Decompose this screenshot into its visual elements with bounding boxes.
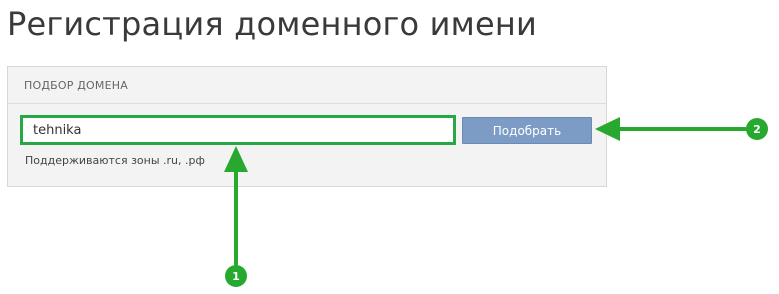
page-title: Регистрация доменного имени	[7, 5, 538, 43]
domain-search-panel: ПОДБОР ДОМЕНА Подобрать Поддерживаются з…	[7, 66, 607, 187]
badge-2-number: 2	[753, 123, 761, 136]
supported-zones-hint: Поддерживаются зоны .ru, .рф	[25, 154, 205, 167]
pick-button[interactable]: Подобрать	[462, 117, 592, 144]
badge-1-number: 1	[232, 270, 240, 283]
panel-header: ПОДБОР ДОМЕНА	[8, 67, 606, 104]
annotation-arrow-2	[595, 117, 747, 141]
domain-input-highlight	[20, 115, 456, 145]
domain-input[interactable]	[23, 118, 453, 142]
panel-title: ПОДБОР ДОМЕНА	[24, 79, 128, 92]
annotation-badge-1: 1	[225, 265, 247, 287]
annotation-badge-2: 2	[746, 118, 768, 140]
